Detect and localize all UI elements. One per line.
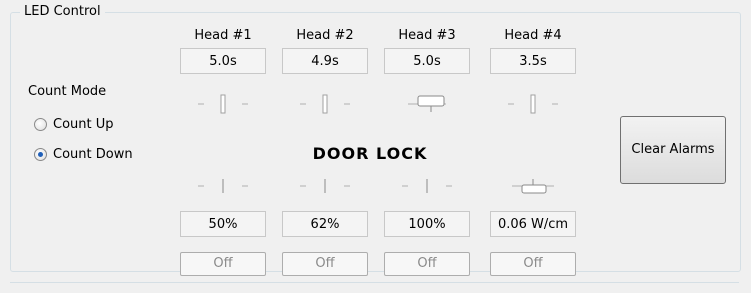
head-1-level: 50% bbox=[180, 211, 266, 237]
head-4-time: 3.5s bbox=[490, 48, 576, 74]
radio-unchecked-icon bbox=[34, 118, 47, 131]
count-down-radio[interactable]: Count Down bbox=[34, 147, 133, 162]
count-up-label: Count Up bbox=[53, 117, 114, 132]
door-lock-status: DOOR LOCK bbox=[312, 144, 428, 163]
head-3-level: 100% bbox=[384, 211, 470, 237]
head-3-off-button[interactable]: Off bbox=[384, 252, 470, 276]
count-up-radio[interactable]: Count Up bbox=[34, 117, 114, 132]
head-4-bottom-slider[interactable] bbox=[488, 174, 578, 198]
head-1-label: Head #1 bbox=[194, 28, 252, 43]
head-4-off-button[interactable]: Off bbox=[490, 252, 576, 276]
head-3-bottom-slider[interactable] bbox=[382, 174, 472, 198]
head-1-bottom-slider[interactable] bbox=[178, 174, 268, 198]
head-2-off-button[interactable]: Off bbox=[282, 252, 368, 276]
radio-checked-icon bbox=[34, 148, 47, 161]
head-2-level: 62% bbox=[282, 211, 368, 237]
group-title: LED Control bbox=[20, 4, 105, 19]
head-1-time: 5.0s bbox=[180, 48, 266, 74]
head-2-bottom-slider[interactable] bbox=[280, 174, 370, 198]
head-4-level: 0.06 W/cm bbox=[490, 211, 576, 237]
head-4-label: Head #4 bbox=[504, 28, 562, 43]
head-2-time: 4.9s bbox=[282, 48, 368, 74]
bottom-divider bbox=[10, 282, 739, 283]
head-1-top-slider[interactable] bbox=[178, 92, 268, 116]
count-down-label: Count Down bbox=[53, 147, 133, 162]
head-1-off-button[interactable]: Off bbox=[180, 252, 266, 276]
head-4-top-slider[interactable] bbox=[488, 92, 578, 116]
head-3-time: 5.0s bbox=[384, 48, 470, 74]
head-3-top-slider[interactable] bbox=[382, 92, 472, 116]
count-mode-label: Count Mode bbox=[28, 84, 107, 99]
clear-alarms-button[interactable]: Clear Alarms bbox=[620, 116, 726, 184]
head-2-top-slider[interactable] bbox=[280, 92, 370, 116]
head-3-label: Head #3 bbox=[398, 28, 456, 43]
head-2-label: Head #2 bbox=[296, 28, 354, 43]
